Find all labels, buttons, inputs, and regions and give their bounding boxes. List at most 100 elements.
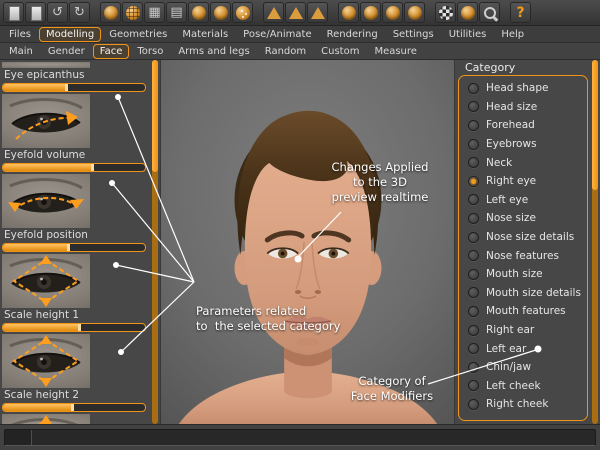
modifier-thumbnail-eye-epicanthus [2, 62, 90, 68]
modifier-slider-eyefold-position[interactable] [2, 243, 146, 252]
radio-dot [471, 272, 476, 277]
rotate-right-view-button[interactable] [382, 2, 403, 23]
category-item-nose-features[interactable]: Nose features [459, 246, 587, 265]
modifier-slider-scale-height-1[interactable] [2, 323, 146, 332]
tab-face[interactable]: Face [93, 44, 130, 59]
tab-help[interactable]: Help [494, 27, 531, 42]
redo-icon: ↻ [72, 5, 88, 21]
radio-icon [468, 232, 479, 243]
tab-geometries[interactable]: Geometries [102, 27, 174, 42]
category-item-right-eye[interactable]: Right eye [459, 172, 587, 191]
category-item-label: Forehead [486, 119, 535, 131]
redo-button[interactable]: ↻ [69, 2, 90, 23]
category-item-mouth-size[interactable]: Mouth size [459, 265, 587, 284]
tab-utilities[interactable]: Utilities [442, 27, 494, 42]
tab-main[interactable]: Main [2, 44, 40, 59]
viewport-3d[interactable] [160, 60, 455, 424]
tab-torso[interactable]: Torso [130, 44, 170, 59]
symmetry-button[interactable] [285, 2, 306, 23]
tab-rendering[interactable]: Rendering [320, 27, 385, 42]
modifier-label-eye-epicanthus: Eye epicanthus [4, 69, 150, 82]
category-item-nose-size-details[interactable]: Nose size details [459, 228, 587, 247]
modifier-thumbnail-next-partial [2, 414, 90, 424]
tab-files[interactable]: Files [2, 27, 38, 42]
category-item-neck[interactable]: Neck [459, 153, 587, 172]
zoom-icon [482, 5, 498, 21]
radio-dot [471, 309, 476, 314]
modifier-slider-fill [3, 324, 81, 331]
radio-icon [468, 306, 479, 317]
reset-view-icon [364, 6, 378, 20]
pose-button[interactable] [210, 2, 231, 23]
tab-settings[interactable]: Settings [386, 27, 441, 42]
tab-modelling[interactable]: Modelling [39, 27, 101, 42]
category-item-mouth-features[interactable]: Mouth features [459, 302, 587, 321]
symmetry-left-icon [267, 7, 281, 19]
category-item-label: Right ear [486, 324, 534, 336]
category-item-label: Eyebrows [486, 138, 537, 150]
material-button[interactable] [232, 2, 253, 23]
background-texture-button[interactable] [435, 2, 456, 23]
category-item-head-shape[interactable]: Head shape [459, 79, 587, 98]
tab-custom[interactable]: Custom [314, 44, 366, 59]
material-icon [236, 6, 250, 20]
reset-view-button[interactable] [360, 2, 381, 23]
modifier-slider-eyefold-volume[interactable] [2, 163, 146, 172]
wireframe-button[interactable] [122, 2, 143, 23]
radio-dot [471, 383, 476, 388]
category-item-left-ear[interactable]: Left ear [459, 339, 587, 358]
category-item-right-ear[interactable]: Right ear [459, 321, 587, 340]
category-item-head-size[interactable]: Head size [459, 98, 587, 117]
category-item-eyebrows[interactable]: Eyebrows [459, 135, 587, 154]
radio-dot [471, 160, 476, 165]
subdivide-button[interactable] [188, 2, 209, 23]
skeleton-button[interactable]: ▦ [144, 2, 165, 23]
radio-icon [468, 343, 479, 354]
radio-dot [471, 290, 476, 295]
modifier-scrollbar[interactable] [152, 60, 158, 424]
grid-button[interactable]: ▤ [166, 2, 187, 23]
grid-icon: ▤ [169, 5, 185, 21]
category-item-label: Mouth features [486, 305, 566, 317]
category-item-label: Left eye [486, 194, 528, 206]
top-view-button[interactable] [404, 2, 425, 23]
modifier-slider-eye-epicanthus[interactable] [2, 83, 146, 92]
radio-dot [471, 123, 476, 128]
category-scrollbar[interactable] [592, 60, 598, 424]
smooth-shaded-button[interactable] [100, 2, 121, 23]
radio-dot [471, 235, 476, 240]
tab-gender[interactable]: Gender [41, 44, 92, 59]
category-panel-title: Category [465, 61, 515, 74]
new-file-button[interactable] [3, 2, 24, 23]
menu-row-1: FilesModellingGeometriesMaterialsPose/An… [0, 26, 600, 43]
category-item-label: Neck [486, 157, 512, 169]
symmetry-right-icon [311, 7, 325, 19]
help-button[interactable]: ? [510, 2, 531, 23]
tab-pose-animate[interactable]: Pose/Animate [236, 27, 318, 42]
category-item-label: Mouth size details [486, 287, 581, 299]
tab-measure[interactable]: Measure [367, 44, 424, 59]
zoom-button[interactable] [479, 2, 500, 23]
category-item-nose-size[interactable]: Nose size [459, 209, 587, 228]
load-file-button[interactable] [25, 2, 46, 23]
category-item-left-cheek[interactable]: Left cheek [459, 377, 587, 396]
category-item-right-cheek[interactable]: Right cheek [459, 395, 587, 414]
modifier-scrollbar-thumb[interactable] [152, 60, 158, 172]
tab-random[interactable]: Random [258, 44, 313, 59]
category-item-left-eye[interactable]: Left eye [459, 191, 587, 210]
category-item-chin-jaw[interactable]: Chin/jaw [459, 358, 587, 377]
category-item-label: Right cheek [486, 398, 548, 410]
rotate-left-view-button[interactable] [338, 2, 359, 23]
new-file-icon [6, 5, 22, 21]
category-scrollbar-thumb[interactable] [592, 60, 598, 190]
photo-view-button[interactable] [457, 2, 478, 23]
symmetry-left-button[interactable] [263, 2, 284, 23]
modifier-slider-scale-height-2[interactable] [2, 403, 146, 412]
symmetry-right-button[interactable] [307, 2, 328, 23]
category-item-label: Head shape [486, 82, 548, 94]
tab-arms-and-legs[interactable]: Arms and legs [171, 44, 256, 59]
undo-button[interactable]: ↺ [47, 2, 68, 23]
category-item-mouth-size-details[interactable]: Mouth size details [459, 284, 587, 303]
tab-materials[interactable]: Materials [175, 27, 235, 42]
category-item-forehead[interactable]: Forehead [459, 116, 587, 135]
